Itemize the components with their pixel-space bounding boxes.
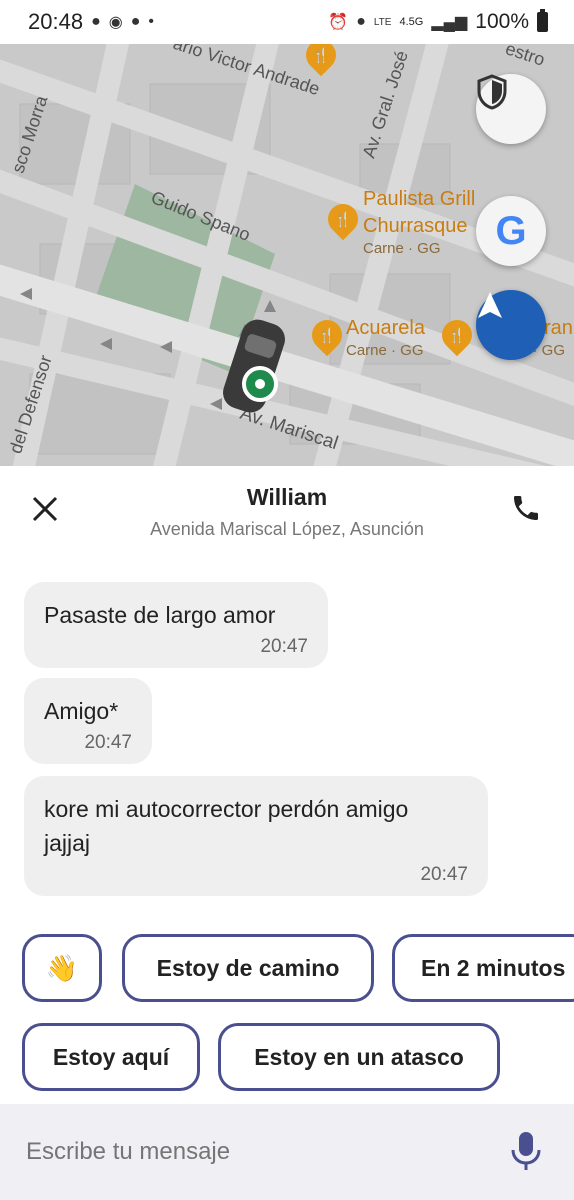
network-type: 4.5G xyxy=(399,16,424,28)
status-bar: 20:48 ● ◉ ● • ⏰ ● LTE 4.5G ▂▄▆ 100% xyxy=(0,0,574,44)
message-bubble[interactable]: Amigo* 20:47 xyxy=(24,678,152,764)
message-text: Amigo* xyxy=(44,698,119,724)
message-text-line1: kore mi autocorrector perdón amigo xyxy=(44,796,409,822)
status-left: 20:48 ● ◉ ● • xyxy=(28,9,154,35)
shield-icon xyxy=(477,74,507,110)
message-bubble[interactable]: kore mi autocorrector perdón amigo jajja… xyxy=(24,776,488,896)
quick-reply-label: Estoy de camino xyxy=(156,954,340,981)
poi-paulista-line1[interactable]: Paulista Grill xyxy=(363,187,475,211)
poi-paulista-sub: Carne · GG xyxy=(363,240,441,257)
message-time: 20:47 xyxy=(260,636,308,657)
poi-acuarela-sub: Carne · GG xyxy=(346,342,424,359)
quick-reply-wave[interactable]: 👋 xyxy=(22,934,102,1002)
signal-icon: ▂▄▆ xyxy=(431,14,468,31)
status-right: ⏰ ● LTE 4.5G ▂▄▆ 100% xyxy=(328,9,548,34)
google-g-letter: G xyxy=(495,208,527,253)
quick-reply-label: En 2 minutos xyxy=(421,954,566,981)
volte-icon: LTE xyxy=(373,16,392,28)
poi-paulista-line2[interactable]: Churrasque xyxy=(363,214,468,238)
quick-reply-label: Estoy aquí xyxy=(52,1043,170,1070)
message-text-line2: jajjaj xyxy=(44,830,91,856)
app-notification-icon: ◉ xyxy=(108,14,123,31)
chat-header: William Avenida Mariscal López, Asunción xyxy=(0,466,574,566)
safety-shield-button[interactable] xyxy=(476,74,546,144)
more-notifications-icon: • xyxy=(148,13,154,30)
google-maps-button[interactable]: G xyxy=(476,196,546,266)
car-window xyxy=(243,332,278,360)
poi-partial[interactable]: ran xyxy=(544,316,573,340)
message-time: 20:47 xyxy=(420,864,468,885)
message-bubble[interactable]: Pasaste de largo amor 20:47 xyxy=(24,582,328,668)
contact-name: William xyxy=(246,484,328,510)
navigation-arrow-icon xyxy=(478,292,502,318)
waving-hand-icon: 👋 xyxy=(45,952,79,983)
microphone-icon xyxy=(511,1132,541,1170)
navigation-button[interactable] xyxy=(476,290,546,360)
location-pin-icon: ● xyxy=(91,13,101,30)
message-input[interactable] xyxy=(26,1138,466,1166)
quick-reply-label: Estoy en un atasco xyxy=(254,1043,464,1070)
quick-reply-on-my-way[interactable]: Estoy de camino xyxy=(122,934,374,1002)
poi-acuarela[interactable]: Acuarela xyxy=(346,316,425,340)
call-button[interactable] xyxy=(510,492,546,528)
clock: 20:48 xyxy=(28,9,84,34)
location-pin-icon-2: ● xyxy=(130,13,141,30)
message-time: 20:47 xyxy=(84,732,132,753)
battery-percent: 100% xyxy=(475,10,529,33)
battery-icon xyxy=(537,9,548,32)
message-text: Pasaste de largo amor xyxy=(44,602,276,628)
phone-icon xyxy=(514,496,538,520)
contact-address: Avenida Mariscal López, Asunción xyxy=(150,519,424,539)
quick-reply-2-minutes[interactable]: En 2 minutos xyxy=(392,934,574,1002)
voice-input-button[interactable] xyxy=(508,1130,548,1174)
message-input-bar xyxy=(0,1104,574,1200)
chat-sheet: William Avenida Mariscal López, Asunción… xyxy=(0,466,574,1200)
google-icon: G xyxy=(495,209,526,254)
map-view[interactable]: ario Victor Andrade Av. Gral. José sco M… xyxy=(0,44,574,466)
rider-location-icon xyxy=(242,366,278,402)
alarm-icon: ⏰ xyxy=(328,14,349,31)
quick-reply-traffic[interactable]: Estoy en un atasco xyxy=(218,1023,500,1091)
quick-reply-here[interactable]: Estoy aquí xyxy=(22,1023,200,1091)
location-icon: ● xyxy=(356,13,366,30)
